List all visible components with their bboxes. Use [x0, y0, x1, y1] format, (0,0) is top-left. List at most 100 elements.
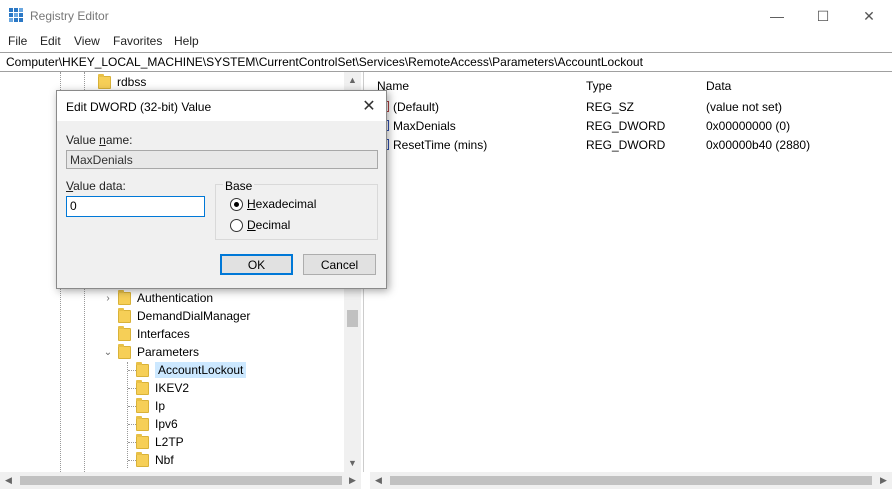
list-row-default[interactable]: (Default) REG_SZ (value not set) [370, 98, 892, 117]
address-bar[interactable]: Computer\HKEY_LOCAL_MACHINE\SYSTEM\Curre… [0, 52, 892, 72]
radio-unchecked-icon[interactable] [230, 218, 243, 232]
value-data: 0x00000b40 (2880) [706, 138, 811, 152]
radio-decimal[interactable]: Decimal [230, 218, 290, 232]
radio-label: Decimal [247, 218, 290, 232]
list-row-resettime[interactable]: ResetTime (mins) REG_DWORD 0x00000b40 (2… [370, 136, 892, 155]
edit-dword-dialog: Edit DWORD (32-bit) Value ✕ Value name: … [56, 90, 387, 289]
tree-connector [128, 442, 136, 443]
tree-item-label: Ip [155, 399, 166, 413]
value-name: MaxDenials [393, 119, 456, 133]
value-data: 0x00000000 (0) [706, 119, 791, 133]
tree-item-label: DemandDialManager [137, 309, 251, 323]
tree-item-label: Parameters [137, 345, 200, 359]
folder-icon [136, 361, 149, 377]
tree-item-nbf[interactable]: Nbf [136, 451, 174, 469]
tree-item-rdbss[interactable]: rdbss [98, 73, 146, 91]
minimize-button[interactable]: — [754, 0, 800, 32]
folder-icon [136, 397, 149, 413]
label-text: ame: [105, 133, 133, 147]
list-row-maxdenials[interactable]: MaxDenials REG_DWORD 0x00000000 (0) [370, 117, 892, 136]
scrollbar-thumb[interactable] [20, 476, 342, 485]
base-label: Base [223, 179, 255, 193]
tree-horizontal-scrollbar[interactable]: ◀ ▶ [0, 472, 361, 489]
value-type: REG_DWORD [586, 119, 666, 133]
tree-connector [128, 370, 136, 371]
label-accelerator: D [247, 218, 256, 232]
maximize-button[interactable]: ☐ [800, 0, 846, 32]
scroll-up-icon[interactable]: ▲ [344, 72, 361, 89]
tree-guide-line [127, 362, 128, 468]
cancel-button[interactable]: Cancel [303, 254, 376, 275]
tree-connector [128, 460, 136, 461]
menu-file[interactable]: File [8, 34, 27, 48]
label-accelerator: n [99, 133, 106, 147]
tree-item-ip[interactable]: Ip [136, 397, 165, 415]
value-name-field: MaxDenials [66, 150, 378, 169]
tree-item-label: AccountLockout [155, 362, 247, 378]
scrollbar-thumb[interactable] [347, 310, 358, 327]
registry-icon [9, 8, 23, 22]
value-data-input[interactable]: 0 [66, 196, 205, 217]
title-bar: Registry Editor — ☐ ✕ [0, 0, 892, 32]
scroll-right-icon[interactable]: ▶ [344, 472, 361, 489]
folder-icon [118, 325, 131, 341]
tree-item-parameters[interactable]: ⌄ Parameters [102, 343, 199, 361]
tree-item-ikev2[interactable]: IKEV2 [136, 379, 189, 397]
value-type: REG_DWORD [586, 138, 666, 152]
list-header: Name Type Data [370, 76, 892, 96]
tree-item-l2tp[interactable]: L2TP [136, 433, 184, 451]
tree-item-interfaces[interactable]: Interfaces [102, 325, 190, 343]
tree-item-authentication[interactable]: › Authentication [102, 289, 213, 307]
folder-icon [136, 451, 149, 467]
label-accelerator: H [247, 197, 256, 211]
tree-item-label: IKEV2 [155, 381, 190, 395]
list-horizontal-scrollbar[interactable]: ◀ ▶ [370, 472, 892, 489]
value-data: (value not set) [706, 100, 783, 114]
value-name: ResetTime (mins) [393, 138, 488, 152]
label-text: Value [66, 133, 100, 147]
folder-icon [118, 289, 131, 305]
window-title: Registry Editor [30, 9, 109, 23]
value-data-label: Value data: [66, 179, 126, 193]
chevron-right-icon[interactable]: › [102, 293, 114, 304]
menu-help[interactable]: Help [174, 34, 199, 48]
tree-item-label: Nbf [155, 453, 174, 467]
chevron-down-icon[interactable]: ⌄ [102, 347, 114, 358]
close-button[interactable]: ✕ [846, 0, 892, 32]
tree-item-accountlockout[interactable]: AccountLockout [136, 361, 247, 379]
scrollbar-thumb[interactable] [390, 476, 872, 485]
value-name-label: Value name: [66, 133, 133, 147]
label-text: exadecimal [255, 197, 317, 211]
ok-button[interactable]: OK [220, 254, 293, 275]
dialog-title-bar: Edit DWORD (32-bit) Value ✕ [57, 91, 386, 121]
menu-view[interactable]: View [74, 34, 100, 48]
tree-item-label: Ipv6 [155, 417, 178, 431]
scroll-left-icon[interactable]: ◀ [370, 472, 387, 489]
tree-item-label: rdbss [117, 75, 147, 89]
tree-item-demanddialmanager[interactable]: DemandDialManager [102, 307, 250, 325]
menu-favorites[interactable]: Favorites [113, 34, 162, 48]
folder-icon [118, 307, 131, 323]
tree-item-label: L2TP [155, 435, 184, 449]
folder-icon [98, 73, 111, 89]
tree-item-label: Authentication [137, 291, 214, 305]
radio-hexadecimal[interactable]: Hexadecimal [230, 197, 316, 211]
tree-connector [128, 388, 136, 389]
tree-connector [128, 406, 136, 407]
dialog-close-icon[interactable]: ✕ [358, 95, 380, 117]
column-type-header[interactable]: Type [586, 79, 612, 93]
scroll-left-icon[interactable]: ◀ [0, 472, 17, 489]
menu-bar: File Edit View Favorites Help [0, 32, 892, 52]
menu-edit[interactable]: Edit [40, 34, 61, 48]
column-data-header[interactable]: Data [706, 79, 731, 93]
value-type: REG_SZ [586, 100, 635, 114]
radio-checked-icon[interactable] [230, 197, 243, 211]
label-text: alue data: [73, 179, 126, 193]
tree-connector [128, 424, 136, 425]
scroll-right-icon[interactable]: ▶ [875, 472, 892, 489]
tree-item-ipv6[interactable]: Ipv6 [136, 415, 178, 433]
value-name: (Default) [393, 100, 440, 114]
scroll-down-icon[interactable]: ▼ [344, 455, 361, 472]
folder-icon [136, 415, 149, 431]
label-text: ecimal [255, 218, 291, 232]
